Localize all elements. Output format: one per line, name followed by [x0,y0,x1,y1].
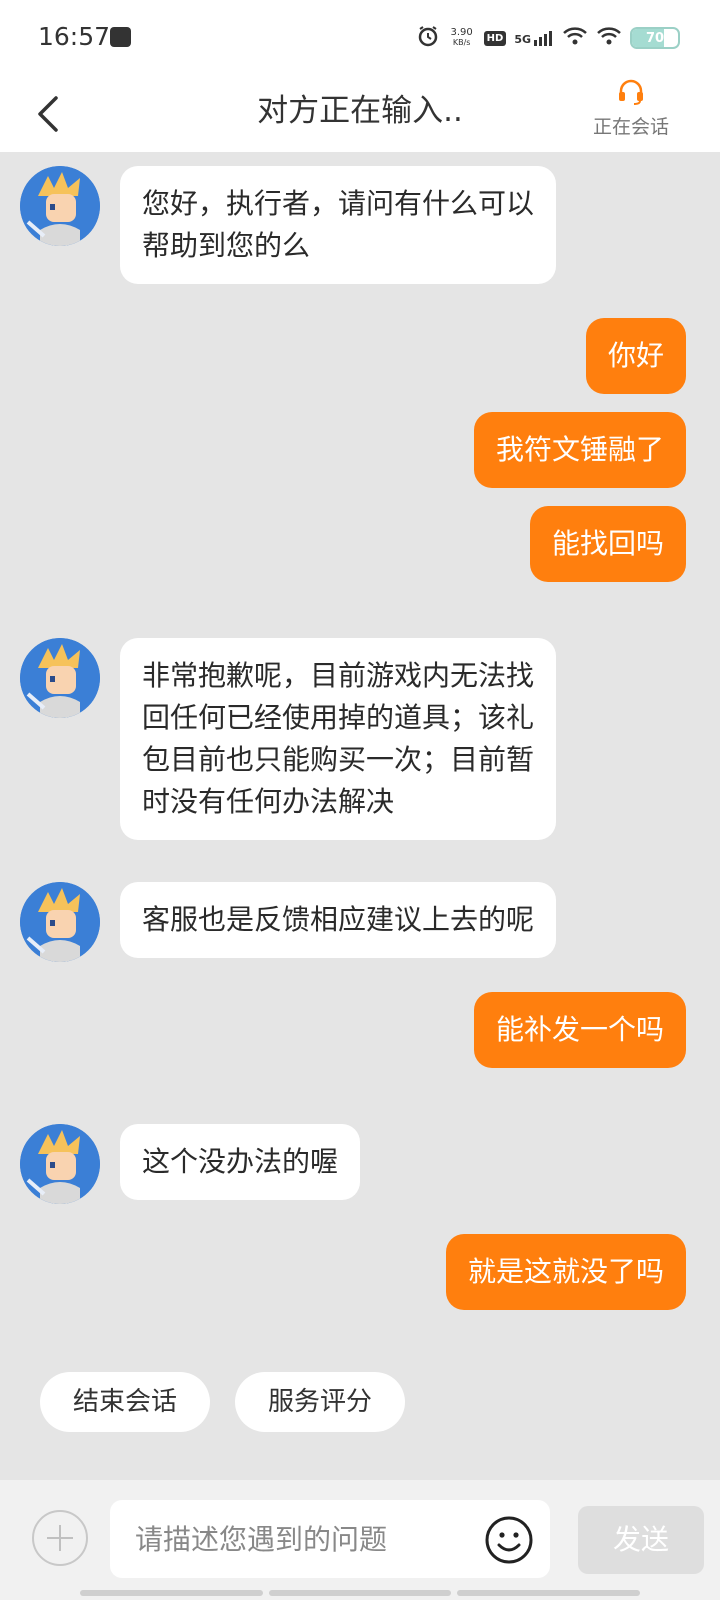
agent-avatar-icon [20,166,100,246]
end-chat-button[interactable]: 结束会话 [40,1372,210,1432]
status-icons: 3.90 KB/s HD 5G 70 [416,24,680,52]
user-message: 你好 [585,318,686,394]
agent-avatar-icon [20,882,100,962]
back-button[interactable] [30,86,70,136]
agent-avatar[interactable] [20,638,100,718]
agent-avatar[interactable] [20,166,100,246]
agent-message: 您好，执行者，请问有什么可以 帮助到您的么 [120,166,557,284]
live-chat-label: 正在会话 [592,116,669,138]
status-time: 16:57 [38,22,111,51]
agent-message: 非常抱歉呢，目前游戏内无法找 回任何已经使用掉的道具；该礼 包目前也只能购买一次… [120,638,557,840]
emoji-icon[interactable] [484,1515,534,1565]
user-message: 我符文锤融了 [473,412,686,488]
home-indicator [80,1590,641,1596]
send-button[interactable]: 发送 [578,1506,704,1574]
headset-icon [616,79,646,110]
agent-message: 这个没办法的喔 [120,1124,361,1200]
message-notification-icon [110,27,131,47]
alarm-icon [416,24,440,52]
add-attachment-button[interactable] [32,1510,88,1566]
chevron-left-icon [38,96,58,132]
signal-wifi-icon [562,25,588,51]
battery-level: 70 [645,31,665,46]
user-message: 能找回吗 [529,506,686,582]
input-bar: 发送 [0,1480,720,1600]
rate-service-button[interactable]: 服务评分 [235,1372,405,1432]
battery-indicator: 70 [630,27,680,49]
chat-header: 对方正在输入.. 正在会话 [0,76,720,152]
user-message: 就是这就没了吗 [445,1234,686,1310]
live-chat-status[interactable]: 正在会话 [586,78,676,139]
cellular-signal-icon: 5G [514,30,554,46]
status-bar: 16:57 3.90 KB/s HD 5G 70 [0,0,720,76]
agent-avatar[interactable] [20,882,100,962]
net-speed: 3.90 KB/s [450,27,473,48]
wifi-icon [596,25,622,51]
agent-message: 客服也是反馈相应建议上去的呢 [120,882,557,958]
agent-avatar-icon [20,1124,100,1204]
hd-badge: HD [483,30,507,46]
agent-avatar[interactable] [20,1124,100,1204]
agent-avatar-icon [20,638,100,718]
user-message: 能补发一个吗 [473,992,686,1068]
page-title: 对方正在输入.. [257,93,463,129]
